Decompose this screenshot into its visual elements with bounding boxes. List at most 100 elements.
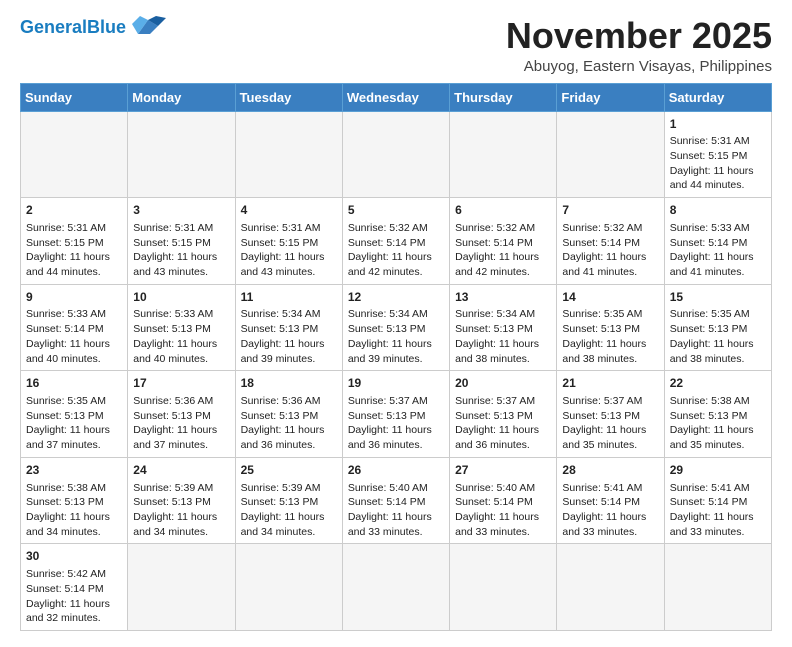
calendar-week-row: 9Sunrise: 5:33 AM Sunset: 5:14 PM Daylig… [21, 284, 772, 371]
day-info: Sunrise: 5:36 AM Sunset: 5:13 PM Dayligh… [133, 394, 229, 453]
weekday-header: Monday [128, 83, 235, 111]
day-number: 5 [348, 202, 444, 219]
calendar-table: SundayMondayTuesdayWednesdayThursdayFrid… [20, 83, 772, 631]
day-info: Sunrise: 5:39 AM Sunset: 5:13 PM Dayligh… [133, 481, 229, 540]
day-info: Sunrise: 5:32 AM Sunset: 5:14 PM Dayligh… [562, 221, 658, 280]
weekday-header: Tuesday [235, 83, 342, 111]
calendar-cell [128, 544, 235, 631]
calendar-header: SundayMondayTuesdayWednesdayThursdayFrid… [21, 83, 772, 111]
calendar-cell: 13Sunrise: 5:34 AM Sunset: 5:13 PM Dayli… [450, 284, 557, 371]
day-number: 18 [241, 375, 337, 392]
day-info: Sunrise: 5:34 AM Sunset: 5:13 PM Dayligh… [348, 307, 444, 366]
day-number: 14 [562, 289, 658, 306]
calendar-cell: 14Sunrise: 5:35 AM Sunset: 5:13 PM Dayli… [557, 284, 664, 371]
calendar-cell: 24 Sunrise: 5:39 AM Sunset: 5:13 PM Dayli… [128, 457, 235, 544]
calendar-cell [21, 111, 128, 198]
calendar-cell: 7 Sunrise: 5:32 AM Sunset: 5:14 PM Daylig… [557, 198, 664, 285]
day-info: Sunrise: 5:38 AM Sunset: 5:13 PM Dayligh… [670, 394, 766, 453]
calendar-cell: 20 Sunrise: 5:37 AM Sunset: 5:13 PM Dayli… [450, 371, 557, 458]
day-info: Sunrise: 5:35 AM Sunset: 5:13 PM Dayligh… [670, 307, 766, 366]
day-number: 30 [26, 548, 122, 565]
day-info: Sunrise: 5:33 AM Sunset: 5:14 PM Dayligh… [670, 221, 766, 280]
weekday-header: Sunday [21, 83, 128, 111]
day-number: 24 [133, 462, 229, 479]
calendar-cell: 16Sunrise: 5:35 AM Sunset: 5:13 PM Dayli… [21, 371, 128, 458]
month-title: November 2025 [506, 16, 772, 56]
day-number: 23 [26, 462, 122, 479]
calendar-cell: 23 Sunrise: 5:38 AM Sunset: 5:13 PM Dayli… [21, 457, 128, 544]
day-number: 13 [455, 289, 551, 306]
calendar-cell: 5Sunrise: 5:32 AM Sunset: 5:14 PM Daylig… [342, 198, 449, 285]
calendar-cell: 10Sunrise: 5:33 AM Sunset: 5:13 PM Dayli… [128, 284, 235, 371]
title-block: November 2025 Abuyog, Eastern Visayas, P… [506, 16, 772, 75]
calendar-cell: 9Sunrise: 5:33 AM Sunset: 5:14 PM Daylig… [21, 284, 128, 371]
logo-icon [130, 16, 166, 38]
calendar-cell [450, 111, 557, 198]
day-number: 28 [562, 462, 658, 479]
calendar-cell [342, 544, 449, 631]
day-number: 22 [670, 375, 766, 392]
day-number: 19 [348, 375, 444, 392]
calendar-cell: 26 Sunrise: 5:40 AM Sunset: 5:14 PM Dayli… [342, 457, 449, 544]
day-info: Sunrise: 5:33 AM Sunset: 5:14 PM Dayligh… [26, 307, 122, 366]
day-info: Sunrise: 5:36 AM Sunset: 5:13 PM Dayligh… [241, 394, 337, 453]
day-info: Sunrise: 5:41 AM Sunset: 5:14 PM Dayligh… [670, 481, 766, 540]
calendar-cell [128, 111, 235, 198]
calendar-cell: 17 Sunrise: 5:36 AM Sunset: 5:13 PM Dayli… [128, 371, 235, 458]
day-info: Sunrise: 5:31 AM Sunset: 5:15 PM Dayligh… [241, 221, 337, 280]
calendar-cell [235, 544, 342, 631]
calendar-cell: 8 Sunrise: 5:33 AM Sunset: 5:14 PM Daylig… [664, 198, 771, 285]
logo-general: General [20, 17, 87, 37]
calendar-week-row: 23 Sunrise: 5:38 AM Sunset: 5:13 PM Dayli… [21, 457, 772, 544]
day-number: 21 [562, 375, 658, 392]
weekday-header: Thursday [450, 83, 557, 111]
calendar-week-row: 1Sunrise: 5:31 AM Sunset: 5:15 PM Daylig… [21, 111, 772, 198]
day-info: Sunrise: 5:38 AM Sunset: 5:13 PM Dayligh… [26, 481, 122, 540]
page-header: GeneralBlue November 2025 Abuyog, Easter… [20, 16, 772, 75]
calendar-cell: 1Sunrise: 5:31 AM Sunset: 5:15 PM Daylig… [664, 111, 771, 198]
weekday-header: Wednesday [342, 83, 449, 111]
day-info: Sunrise: 5:37 AM Sunset: 5:13 PM Dayligh… [455, 394, 551, 453]
weekday-header: Friday [557, 83, 664, 111]
calendar-cell: 15Sunrise: 5:35 AM Sunset: 5:13 PM Dayli… [664, 284, 771, 371]
calendar-cell: 29Sunrise: 5:41 AM Sunset: 5:14 PM Dayli… [664, 457, 771, 544]
calendar-cell: 22 Sunrise: 5:38 AM Sunset: 5:13 PM Dayli… [664, 371, 771, 458]
day-number: 26 [348, 462, 444, 479]
day-number: 9 [26, 289, 122, 306]
location-subtitle: Abuyog, Eastern Visayas, Philippines [506, 58, 772, 75]
calendar-cell: 30 Sunrise: 5:42 AM Sunset: 5:14 PM Dayli… [21, 544, 128, 631]
day-number: 20 [455, 375, 551, 392]
day-number: 8 [670, 202, 766, 219]
day-info: Sunrise: 5:40 AM Sunset: 5:14 PM Dayligh… [455, 481, 551, 540]
calendar-cell: 21 Sunrise: 5:37 AM Sunset: 5:13 PM Dayli… [557, 371, 664, 458]
day-number: 27 [455, 462, 551, 479]
calendar-cell: 28 Sunrise: 5:41 AM Sunset: 5:14 PM Dayli… [557, 457, 664, 544]
day-info: Sunrise: 5:37 AM Sunset: 5:13 PM Dayligh… [348, 394, 444, 453]
logo-text: GeneralBlue [20, 18, 126, 36]
calendar-week-row: 16Sunrise: 5:35 AM Sunset: 5:13 PM Dayli… [21, 371, 772, 458]
day-info: Sunrise: 5:35 AM Sunset: 5:13 PM Dayligh… [562, 307, 658, 366]
day-number: 3 [133, 202, 229, 219]
day-info: Sunrise: 5:31 AM Sunset: 5:15 PM Dayligh… [133, 221, 229, 280]
day-info: Sunrise: 5:37 AM Sunset: 5:13 PM Dayligh… [562, 394, 658, 453]
calendar-body: 1Sunrise: 5:31 AM Sunset: 5:15 PM Daylig… [21, 111, 772, 630]
day-info: Sunrise: 5:42 AM Sunset: 5:14 PM Dayligh… [26, 567, 122, 626]
calendar-cell: 3 Sunrise: 5:31 AM Sunset: 5:15 PM Daylig… [128, 198, 235, 285]
day-info: Sunrise: 5:41 AM Sunset: 5:14 PM Dayligh… [562, 481, 658, 540]
day-info: Sunrise: 5:40 AM Sunset: 5:14 PM Dayligh… [348, 481, 444, 540]
day-number: 6 [455, 202, 551, 219]
day-number: 7 [562, 202, 658, 219]
day-info: Sunrise: 5:31 AM Sunset: 5:15 PM Dayligh… [26, 221, 122, 280]
logo: GeneralBlue [20, 16, 166, 38]
calendar-cell: 25Sunrise: 5:39 AM Sunset: 5:13 PM Dayli… [235, 457, 342, 544]
calendar-cell: 12Sunrise: 5:34 AM Sunset: 5:13 PM Dayli… [342, 284, 449, 371]
day-number: 4 [241, 202, 337, 219]
calendar-cell: 18 Sunrise: 5:36 AM Sunset: 5:13 PM Dayli… [235, 371, 342, 458]
day-number: 25 [241, 462, 337, 479]
day-number: 16 [26, 375, 122, 392]
day-number: 17 [133, 375, 229, 392]
calendar-week-row: 2Sunrise: 5:31 AM Sunset: 5:15 PM Daylig… [21, 198, 772, 285]
day-info: Sunrise: 5:33 AM Sunset: 5:13 PM Dayligh… [133, 307, 229, 366]
calendar-cell: 4 Sunrise: 5:31 AM Sunset: 5:15 PM Daylig… [235, 198, 342, 285]
day-info: Sunrise: 5:32 AM Sunset: 5:14 PM Dayligh… [455, 221, 551, 280]
